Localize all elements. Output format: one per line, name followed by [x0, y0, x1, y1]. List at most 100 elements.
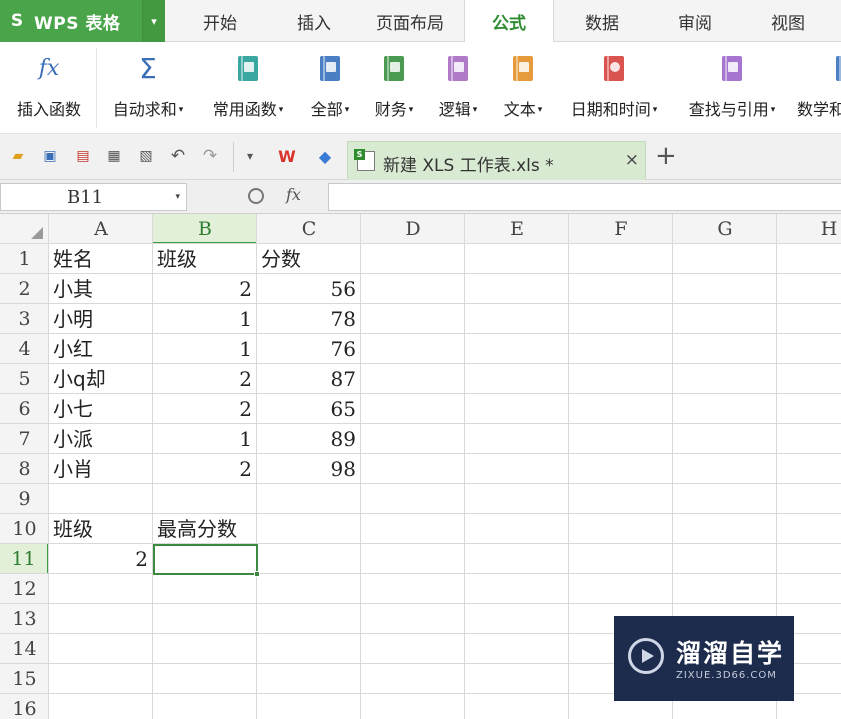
- table-cell[interactable]: 小七: [49, 394, 153, 424]
- save-icon[interactable]: ▣: [41, 147, 59, 165]
- table-cell[interactable]: 2: [153, 394, 257, 424]
- app-menu-button[interactable]: S WPS 表格 ▾: [0, 0, 165, 42]
- text-functions-label: 文本 ▾: [503, 100, 543, 119]
- column-header[interactable]: G: [673, 214, 777, 244]
- toolbar-divider: [233, 142, 234, 172]
- table-cell[interactable]: 分数: [257, 244, 361, 274]
- question-book-icon: [448, 56, 468, 81]
- active-cell-highlight[interactable]: [153, 544, 260, 577]
- tab-formulas[interactable]: 公式: [464, 0, 554, 43]
- fx-icon[interactable]: fx: [286, 185, 301, 204]
- open-folder-icon[interactable]: ▰: [9, 147, 27, 165]
- all-functions-button[interactable]: 全部 ▾: [300, 42, 360, 134]
- row-header[interactable]: 16: [0, 694, 49, 719]
- table-cell[interactable]: 小肖: [49, 454, 153, 484]
- row-header[interactable]: 1: [0, 244, 49, 274]
- row-header[interactable]: 8: [0, 454, 49, 484]
- table-cell[interactable]: 最高分数: [153, 514, 257, 544]
- table-cell[interactable]: 小派: [49, 424, 153, 454]
- column-header[interactable]: B: [153, 214, 257, 244]
- table-cell[interactable]: 98: [257, 454, 361, 484]
- table-cell[interactable]: 班级: [49, 514, 153, 544]
- table-cell[interactable]: 56: [257, 274, 361, 304]
- text-functions-button[interactable]: 文本 ▾: [492, 42, 554, 134]
- table-cell[interactable]: 班级: [153, 244, 257, 274]
- tab-view[interactable]: 视图: [740, 0, 836, 42]
- print-preview-icon[interactable]: ▧: [137, 147, 155, 165]
- ribbon-divider: [96, 48, 97, 128]
- column-header[interactable]: E: [465, 214, 569, 244]
- menu-bar: S WPS 表格 ▾ 开始 插入 页面布局 公式 数据 审阅 视图: [0, 0, 841, 43]
- document-tab[interactable]: S 新建 XLS 工作表.xls * ×: [347, 141, 646, 180]
- row-header[interactable]: 3: [0, 304, 49, 334]
- row-header[interactable]: 5: [0, 364, 49, 394]
- table-cell[interactable]: 65: [257, 394, 361, 424]
- table-cell[interactable]: 89: [257, 424, 361, 454]
- table-cell[interactable]: 小红: [49, 334, 153, 364]
- wps-logo-icon: S: [10, 11, 24, 31]
- new-tab-button[interactable]: +: [655, 142, 677, 170]
- print-icon[interactable]: ▦: [105, 147, 123, 165]
- row-header[interactable]: 2: [0, 274, 49, 304]
- redo-icon[interactable]: ↷: [201, 146, 219, 166]
- autosum-button[interactable]: Σ 自动求和 ▾: [102, 42, 194, 134]
- wps-home-icon[interactable]: W: [274, 147, 300, 166]
- common-functions-button[interactable]: 常用函数 ▾: [202, 42, 294, 134]
- table-cell[interactable]: 姓名: [49, 244, 153, 274]
- column-header[interactable]: F: [569, 214, 673, 244]
- export-pdf-icon[interactable]: ▤: [74, 147, 92, 165]
- table-cell[interactable]: 76: [257, 334, 361, 364]
- row-header[interactable]: 4: [0, 334, 49, 364]
- row-header[interactable]: 7: [0, 424, 49, 454]
- undo-icon[interactable]: ↶: [169, 146, 187, 166]
- row-header[interactable]: 6: [0, 394, 49, 424]
- lookup-functions-button[interactable]: 查找与引用 ▾: [676, 42, 788, 134]
- column-header[interactable]: A: [49, 214, 153, 244]
- table-cell[interactable]: 2: [153, 454, 257, 484]
- tab-review[interactable]: 审阅: [650, 0, 740, 42]
- row-header[interactable]: 12: [0, 574, 49, 604]
- table-cell[interactable]: 小明: [49, 304, 153, 334]
- table-cell[interactable]: 2: [153, 364, 257, 394]
- column-header[interactable]: D: [361, 214, 465, 244]
- fill-handle[interactable]: [254, 571, 260, 577]
- insert-function-button[interactable]: fx 插入函数: [4, 42, 94, 134]
- row-header[interactable]: 14: [0, 634, 49, 664]
- app-menu-dropdown-icon[interactable]: ▾: [142, 0, 165, 42]
- datetime-functions-button[interactable]: 日期和时间 ▾: [558, 42, 670, 134]
- finance-book-icon: [384, 56, 404, 81]
- zoom-icon[interactable]: [248, 188, 264, 204]
- close-tab-icon[interactable]: ×: [625, 150, 639, 170]
- table-cell[interactable]: 1: [153, 304, 257, 334]
- table-cell[interactable]: 1: [153, 334, 257, 364]
- name-box[interactable]: B11 ▾: [0, 183, 187, 211]
- table-cell[interactable]: 1: [153, 424, 257, 454]
- tab-home[interactable]: 开始: [168, 0, 272, 42]
- row-header[interactable]: 10: [0, 514, 49, 544]
- table-cell[interactable]: 87: [257, 364, 361, 394]
- table-cell[interactable]: 2: [49, 544, 153, 574]
- tab-data[interactable]: 数据: [554, 0, 650, 42]
- tab-page-layout[interactable]: 页面布局: [356, 0, 464, 42]
- datetime-functions-label: 日期和时间 ▾: [570, 100, 658, 119]
- cloud-docs-icon[interactable]: ◆: [316, 147, 334, 166]
- math-functions-button[interactable]: 数学和: [794, 42, 841, 134]
- finance-functions-button[interactable]: 财务 ▾: [364, 42, 424, 134]
- table-cell[interactable]: 78: [257, 304, 361, 334]
- customize-toolbar-icon[interactable]: ▾: [241, 147, 259, 165]
- row-header[interactable]: 15: [0, 664, 49, 694]
- table-cell[interactable]: 2: [153, 274, 257, 304]
- tab-insert[interactable]: 插入: [272, 0, 356, 42]
- name-box-dropdown-icon[interactable]: ▾: [175, 192, 180, 202]
- column-header[interactable]: C: [257, 214, 361, 244]
- row-header[interactable]: 9: [0, 484, 49, 514]
- row-header[interactable]: 13: [0, 604, 49, 634]
- row-header[interactable]: 11: [0, 544, 49, 574]
- formula-input[interactable]: [328, 183, 841, 211]
- table-cell[interactable]: 小其: [49, 274, 153, 304]
- formula-bar: B11 ▾ fx: [0, 180, 841, 214]
- column-header[interactable]: H: [777, 214, 841, 244]
- table-cell[interactable]: 小q却: [49, 364, 153, 394]
- select-all-corner[interactable]: [0, 214, 49, 244]
- logic-functions-button[interactable]: 逻辑 ▾: [428, 42, 488, 134]
